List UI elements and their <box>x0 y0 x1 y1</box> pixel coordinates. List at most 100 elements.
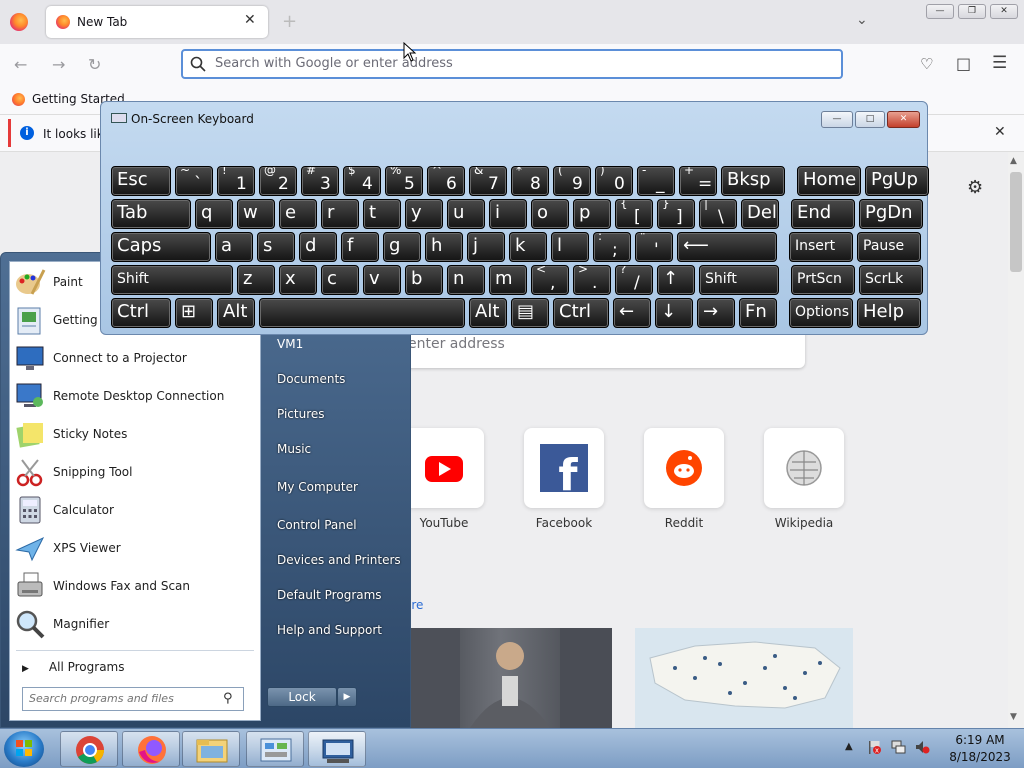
osk-close-button[interactable]: ✕ <box>887 111 920 128</box>
key-c[interactable]: c <box>321 265 359 295</box>
key-u[interactable]: u <box>447 199 485 229</box>
start-search-input[interactable] <box>29 692 219 705</box>
network-icon[interactable] <box>890 739 906 755</box>
forward-arrow-icon[interactable]: → <box>52 55 65 74</box>
start-link-music[interactable]: Music <box>277 442 311 456</box>
key--7[interactable]: & 7 <box>469 166 507 196</box>
story-thumbnail-map[interactable] <box>635 628 853 728</box>
url-input[interactable] <box>215 56 815 71</box>
pocket-icon[interactable]: ♡ <box>920 55 933 73</box>
key--[interactable]: {[ <box>615 199 653 229</box>
key-m[interactable]: m <box>489 265 527 295</box>
osk-minimize-button[interactable]: — <box>821 111 853 128</box>
key--[interactable]: <, <box>531 265 569 295</box>
key-pgup[interactable]: PgUp <box>865 166 929 196</box>
taskbar-on-screen-keyboard[interactable] <box>308 731 366 767</box>
start-link-devices-printers[interactable]: Devices and Printers <box>277 553 401 567</box>
search-icon[interactable]: ⚲ <box>223 691 233 706</box>
key--[interactable]: - _ <box>637 166 675 196</box>
start-search-box[interactable]: ⚲ <box>22 687 244 711</box>
back-arrow-icon[interactable]: ← <box>14 55 27 74</box>
hamburger-menu-icon[interactable]: ☰ <box>992 53 1007 73</box>
key-l[interactable]: l <box>551 232 589 262</box>
key-insert[interactable]: Insert <box>789 232 853 262</box>
key-caps[interactable]: Caps <box>111 232 211 262</box>
start-link-my-computer[interactable]: My Computer <box>277 480 358 494</box>
program-snipping-tool[interactable]: Snipping Tool <box>14 454 260 490</box>
key--[interactable]: ↓ <box>655 298 693 328</box>
start-button[interactable] <box>4 731 44 767</box>
program-fax-scan[interactable]: Windows Fax and Scan <box>14 568 260 604</box>
scroll-up-icon[interactable]: ▲ <box>1010 156 1017 166</box>
key-space[interactable] <box>259 298 465 328</box>
key-home[interactable]: Home <box>797 166 861 196</box>
taskbar-chrome[interactable] <box>60 731 118 767</box>
clock-time[interactable]: 6:19 AM <box>950 733 1010 747</box>
key--2[interactable]: @2 <box>259 166 297 196</box>
key-n[interactable]: n <box>447 265 485 295</box>
key--[interactable]: " ' <box>635 232 673 262</box>
start-link-pictures[interactable]: Pictures <box>277 407 325 421</box>
program-xps-viewer[interactable]: XPS Viewer <box>14 530 260 566</box>
start-link-default-programs[interactable]: Default Programs <box>277 588 382 602</box>
key-end[interactable]: End <box>791 199 855 229</box>
notification-close-icon[interactable]: ✕ <box>994 124 1006 140</box>
key-a[interactable]: a <box>215 232 253 262</box>
key--[interactable]: ↑ <box>657 265 695 295</box>
key-z[interactable]: z <box>237 265 275 295</box>
program-magnifier[interactable]: Magnifier <box>14 606 260 642</box>
key-k[interactable]: k <box>509 232 547 262</box>
key--[interactable]: }] <box>657 199 695 229</box>
key-o[interactable]: o <box>531 199 569 229</box>
key-ctrl[interactable]: Ctrl <box>111 298 171 328</box>
key-j[interactable]: j <box>467 232 505 262</box>
power-options-arrow-icon[interactable]: ▶ <box>337 687 357 707</box>
key-r[interactable]: r <box>321 199 359 229</box>
top-site-reddit[interactable]: Reddit <box>644 428 724 530</box>
key--[interactable]: ▤ <box>511 298 549 328</box>
key-scrlk[interactable]: ScrLk <box>859 265 923 295</box>
key-p[interactable]: p <box>573 199 611 229</box>
scroll-down-icon[interactable]: ▼ <box>1010 712 1017 722</box>
key-t[interactable]: t <box>363 199 401 229</box>
taskbar-explorer[interactable] <box>182 731 240 767</box>
key--9[interactable]: (9 <box>553 166 591 196</box>
scrollbar-thumb[interactable] <box>1010 172 1022 272</box>
key--3[interactable]: #3 <box>301 166 339 196</box>
start-link-help-support[interactable]: Help and Support <box>277 623 382 637</box>
key-f[interactable]: f <box>341 232 379 262</box>
key--[interactable]: ~ ` <box>175 166 213 196</box>
key--[interactable]: ⊞ <box>175 298 213 328</box>
top-site-youtube[interactable]: YouTube <box>404 428 484 530</box>
key-d[interactable]: d <box>299 232 337 262</box>
action-center-flag-icon[interactable]: x <box>866 739 882 755</box>
key-alt[interactable]: Alt <box>469 298 507 328</box>
key-alt[interactable]: Alt <box>217 298 255 328</box>
key-prtscn[interactable]: PrtScn <box>791 265 855 295</box>
key-s[interactable]: s <box>257 232 295 262</box>
key-ctrl[interactable]: Ctrl <box>553 298 609 328</box>
reload-icon[interactable]: ↻ <box>88 55 101 74</box>
start-link-documents[interactable]: Documents <box>277 372 345 386</box>
key-w[interactable]: w <box>237 199 275 229</box>
restore-button[interactable]: ❐ <box>958 4 986 19</box>
start-link-control-panel[interactable]: Control Panel <box>277 518 357 532</box>
gear-icon[interactable]: ⚙ <box>967 177 983 198</box>
all-programs-item[interactable]: ▶ All Programs <box>22 660 125 674</box>
new-tab-button[interactable]: + <box>282 11 297 32</box>
chevron-down-icon[interactable]: ⌄ <box>856 12 868 28</box>
extensions-icon[interactable]: □ <box>956 54 971 73</box>
key--4[interactable]: $4 <box>343 166 381 196</box>
lock-button[interactable]: Lock <box>267 687 337 707</box>
top-site-facebook[interactable]: f Facebook <box>524 428 604 530</box>
taskbar-control-panel[interactable] <box>246 731 304 767</box>
key--5[interactable]: % 5 <box>385 166 423 196</box>
key--0[interactable]: ) 0 <box>595 166 633 196</box>
osk-maximize-button[interactable]: □ <box>855 111 885 128</box>
key--[interactable]: → <box>697 298 735 328</box>
key-i[interactable]: i <box>489 199 527 229</box>
key--[interactable]: | \ <box>699 199 737 229</box>
minimize-button[interactable]: — <box>926 4 954 19</box>
key-help[interactable]: Help <box>857 298 921 328</box>
key-v[interactable]: v <box>363 265 401 295</box>
